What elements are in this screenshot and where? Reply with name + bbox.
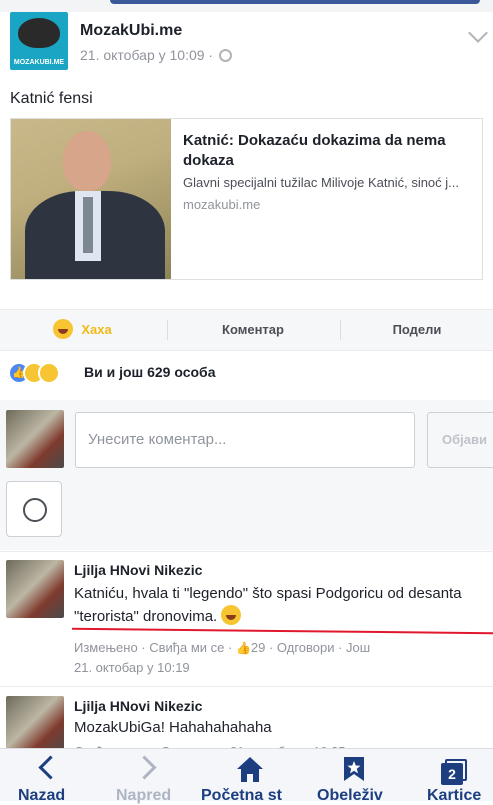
status-strip bbox=[0, 0, 493, 12]
comment-input[interactable]: Унесите коментар... bbox=[75, 412, 415, 468]
nav-bookmarks-label: Obeleživ bbox=[317, 787, 383, 804]
post-action-bar: Хаха Коментар Подели bbox=[0, 309, 493, 351]
globe-icon bbox=[219, 49, 233, 62]
post-text: Katnić fensi bbox=[10, 90, 93, 107]
comment-body: Katniću, hvala ti "legendo" što spasi Po… bbox=[74, 585, 462, 625]
timestamp-text: 21. октобар у 10:09 · bbox=[80, 47, 214, 63]
link-description: Glavni specijalni tužilac Milivoje Katni… bbox=[183, 175, 459, 190]
nav-back[interactable]: Nazad bbox=[0, 749, 90, 804]
chevron-left-icon bbox=[38, 755, 63, 780]
sad-reaction-icon bbox=[38, 362, 60, 384]
commenter-avatar[interactable] bbox=[6, 560, 64, 618]
nav-home-label: Početna st bbox=[201, 787, 282, 804]
avatar-brand-text: MOZAKUBI.ME bbox=[13, 59, 65, 66]
comment-meta: Измењено · Свиђа ми се · 👍29 · Одговори … bbox=[74, 638, 484, 678]
current-user-avatar bbox=[6, 410, 64, 468]
divider bbox=[0, 551, 493, 552]
haha-emoji-icon bbox=[53, 319, 74, 339]
nav-tabs[interactable]: 2 Kartice bbox=[405, 749, 493, 804]
haha-label: Хаха bbox=[81, 322, 112, 337]
bottom-navigation: Nazad Napred Početna st Obeleživ 2 Karti… bbox=[0, 748, 493, 804]
thumb-head bbox=[63, 131, 111, 191]
link-title[interactable]: Katnić: Dokazaću dokazima da nema dokaza bbox=[183, 131, 473, 171]
commenter-name[interactable]: Ljilja HNovi Nikezic bbox=[74, 562, 202, 578]
home-icon bbox=[237, 757, 263, 782]
commenter-name[interactable]: Ljilja HNovi Nikezic bbox=[74, 698, 202, 714]
page-name[interactable]: MozakUbi.me bbox=[80, 22, 182, 40]
haha-button[interactable]: Хаха bbox=[0, 310, 165, 350]
chevron-right-icon bbox=[132, 755, 157, 780]
laughing-emoji-icon bbox=[221, 605, 242, 625]
comment-like-count: 29 bbox=[250, 640, 266, 655]
comment-timestamp: 21. октобар у 10:19 bbox=[74, 660, 190, 675]
comment-text: MozakUbiGa! Hahahahahaha bbox=[74, 719, 272, 736]
post-header: MOZAKUBI.ME MozakUbi.me 21. октобар у 10… bbox=[10, 12, 488, 74]
sticker-button[interactable] bbox=[6, 481, 62, 537]
thumb-tie bbox=[83, 197, 93, 253]
nav-tabs-label: Kartice bbox=[427, 787, 482, 804]
nav-home[interactable]: Početna st bbox=[195, 749, 305, 804]
nav-bookmarks[interactable]: Obeleživ bbox=[305, 749, 400, 804]
nav-back-label: Nazad bbox=[18, 787, 66, 804]
red-underline-annotation bbox=[72, 627, 493, 635]
comment-button[interactable]: Коментар bbox=[168, 310, 338, 350]
reactions-summary[interactable]: Ви и још 629 особа bbox=[84, 364, 216, 380]
smiley-icon bbox=[23, 498, 47, 522]
brain-logo-icon bbox=[18, 18, 60, 48]
comment-text: Katniću, hvala ti "legendo" što spasi Po… bbox=[74, 582, 484, 628]
comment-actions[interactable]: Измењено · Свиђа ми се · bbox=[74, 640, 236, 655]
post-timestamp: 21. октобар у 10:09 · bbox=[80, 47, 233, 63]
tabs-count-icon: 2 bbox=[441, 763, 463, 785]
commenter-avatar[interactable] bbox=[6, 696, 64, 754]
link-domain: mozakubi.me bbox=[183, 197, 261, 212]
link-thumbnail bbox=[11, 119, 171, 279]
nav-forward[interactable]: Napred bbox=[100, 749, 195, 804]
bookmark-icon bbox=[344, 757, 364, 781]
top-accent-bar bbox=[110, 0, 480, 4]
page-avatar[interactable]: MOZAKUBI.ME bbox=[10, 12, 68, 70]
chevron-down-icon[interactable] bbox=[468, 23, 488, 43]
post-comment-button[interactable]: Објави bbox=[427, 412, 493, 468]
divider bbox=[0, 686, 493, 687]
like-count-icon: 👍 bbox=[235, 641, 251, 655]
link-preview-card[interactable]: Katnić: Dokazaću dokazima da nema dokaza… bbox=[10, 118, 483, 280]
comment-actions-rest[interactable]: · Одговори · Још bbox=[265, 640, 370, 655]
share-button[interactable]: Подели bbox=[341, 310, 493, 350]
nav-forward-label: Napred bbox=[116, 787, 172, 804]
